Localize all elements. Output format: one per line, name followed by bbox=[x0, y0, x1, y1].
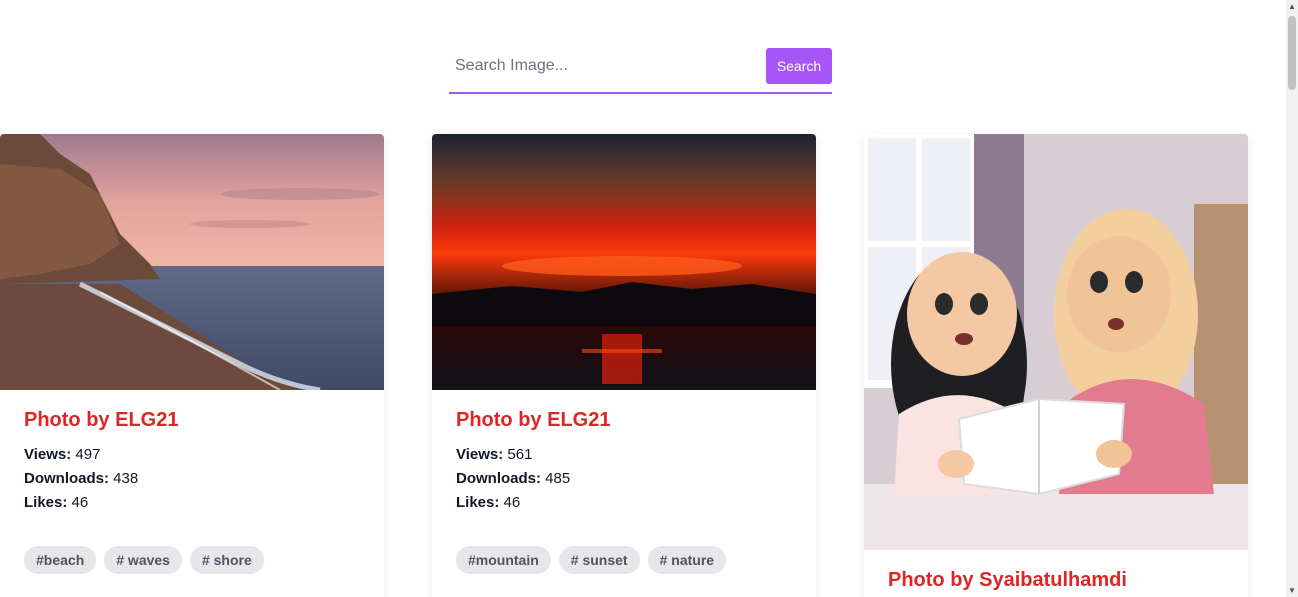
page-scrollbar[interactable]: ▲ ▼ bbox=[1286, 0, 1298, 597]
likes-label: Likes: bbox=[24, 494, 68, 511]
downloads-stat: Downloads: 438 bbox=[24, 467, 360, 491]
tag[interactable]: #mountain bbox=[456, 546, 551, 574]
photo-title: Photo by ELG21 bbox=[456, 409, 611, 431]
image-card[interactable]: Photo by Syaibatulhamdi bbox=[864, 134, 1248, 597]
views-label: Views: bbox=[456, 446, 504, 463]
downloads-value: 438 bbox=[113, 470, 139, 487]
views-label: Views: bbox=[24, 446, 72, 463]
search-button[interactable]: Search bbox=[766, 48, 832, 84]
likes-stat: Likes: 46 bbox=[24, 491, 360, 515]
likes-value: 46 bbox=[71, 494, 89, 511]
reading-girls-illustration[interactable] bbox=[864, 134, 1248, 550]
image-card[interactable]: Photo by ELG21 Views: 497 Downloads: 438… bbox=[0, 134, 384, 597]
beach-photo[interactable] bbox=[0, 134, 384, 390]
downloads-value: 485 bbox=[545, 470, 571, 487]
likes-value: 46 bbox=[503, 494, 521, 511]
views-stat: Views: 497 bbox=[24, 443, 360, 467]
arrow-down-icon[interactable]: ▼ bbox=[1288, 586, 1296, 595]
arrow-up-icon[interactable]: ▲ bbox=[1288, 2, 1296, 11]
downloads-label: Downloads: bbox=[24, 470, 109, 487]
likes-label: Likes: bbox=[456, 494, 500, 511]
image-card[interactable]: Photo by ELG21 Views: 561 Downloads: 485… bbox=[432, 134, 816, 597]
scrollbar-thumb[interactable] bbox=[1288, 16, 1296, 90]
card-body: Photo by Syaibatulhamdi bbox=[864, 550, 1248, 593]
tag[interactable]: # nature bbox=[647, 546, 727, 574]
card-body: Photo by ELG21 Views: 561 Downloads: 485… bbox=[432, 390, 816, 515]
likes-stat: Likes: 46 bbox=[456, 491, 792, 515]
tag[interactable]: # waves bbox=[104, 546, 182, 574]
tag-list: #mountain # sunset # nature bbox=[456, 546, 727, 574]
photo-title: Photo by Syaibatulhamdi bbox=[888, 569, 1127, 591]
downloads-stat: Downloads: 485 bbox=[456, 467, 792, 491]
search-input[interactable] bbox=[449, 48, 759, 84]
photo-title: Photo by ELG21 bbox=[24, 409, 179, 431]
views-value: 561 bbox=[507, 446, 533, 463]
tag[interactable]: #beach bbox=[24, 546, 97, 574]
downloads-label: Downloads: bbox=[456, 470, 541, 487]
sunset-photo[interactable] bbox=[432, 134, 816, 390]
card-body: Photo by ELG21 Views: 497 Downloads: 438… bbox=[0, 390, 384, 515]
tag-list: #beach # waves # shore bbox=[24, 546, 264, 574]
tag[interactable]: # shore bbox=[189, 546, 264, 574]
tag[interactable]: # sunset bbox=[558, 546, 640, 574]
views-value: 497 bbox=[75, 446, 101, 463]
views-stat: Views: 561 bbox=[456, 443, 792, 467]
search-form: Search bbox=[449, 48, 832, 94]
